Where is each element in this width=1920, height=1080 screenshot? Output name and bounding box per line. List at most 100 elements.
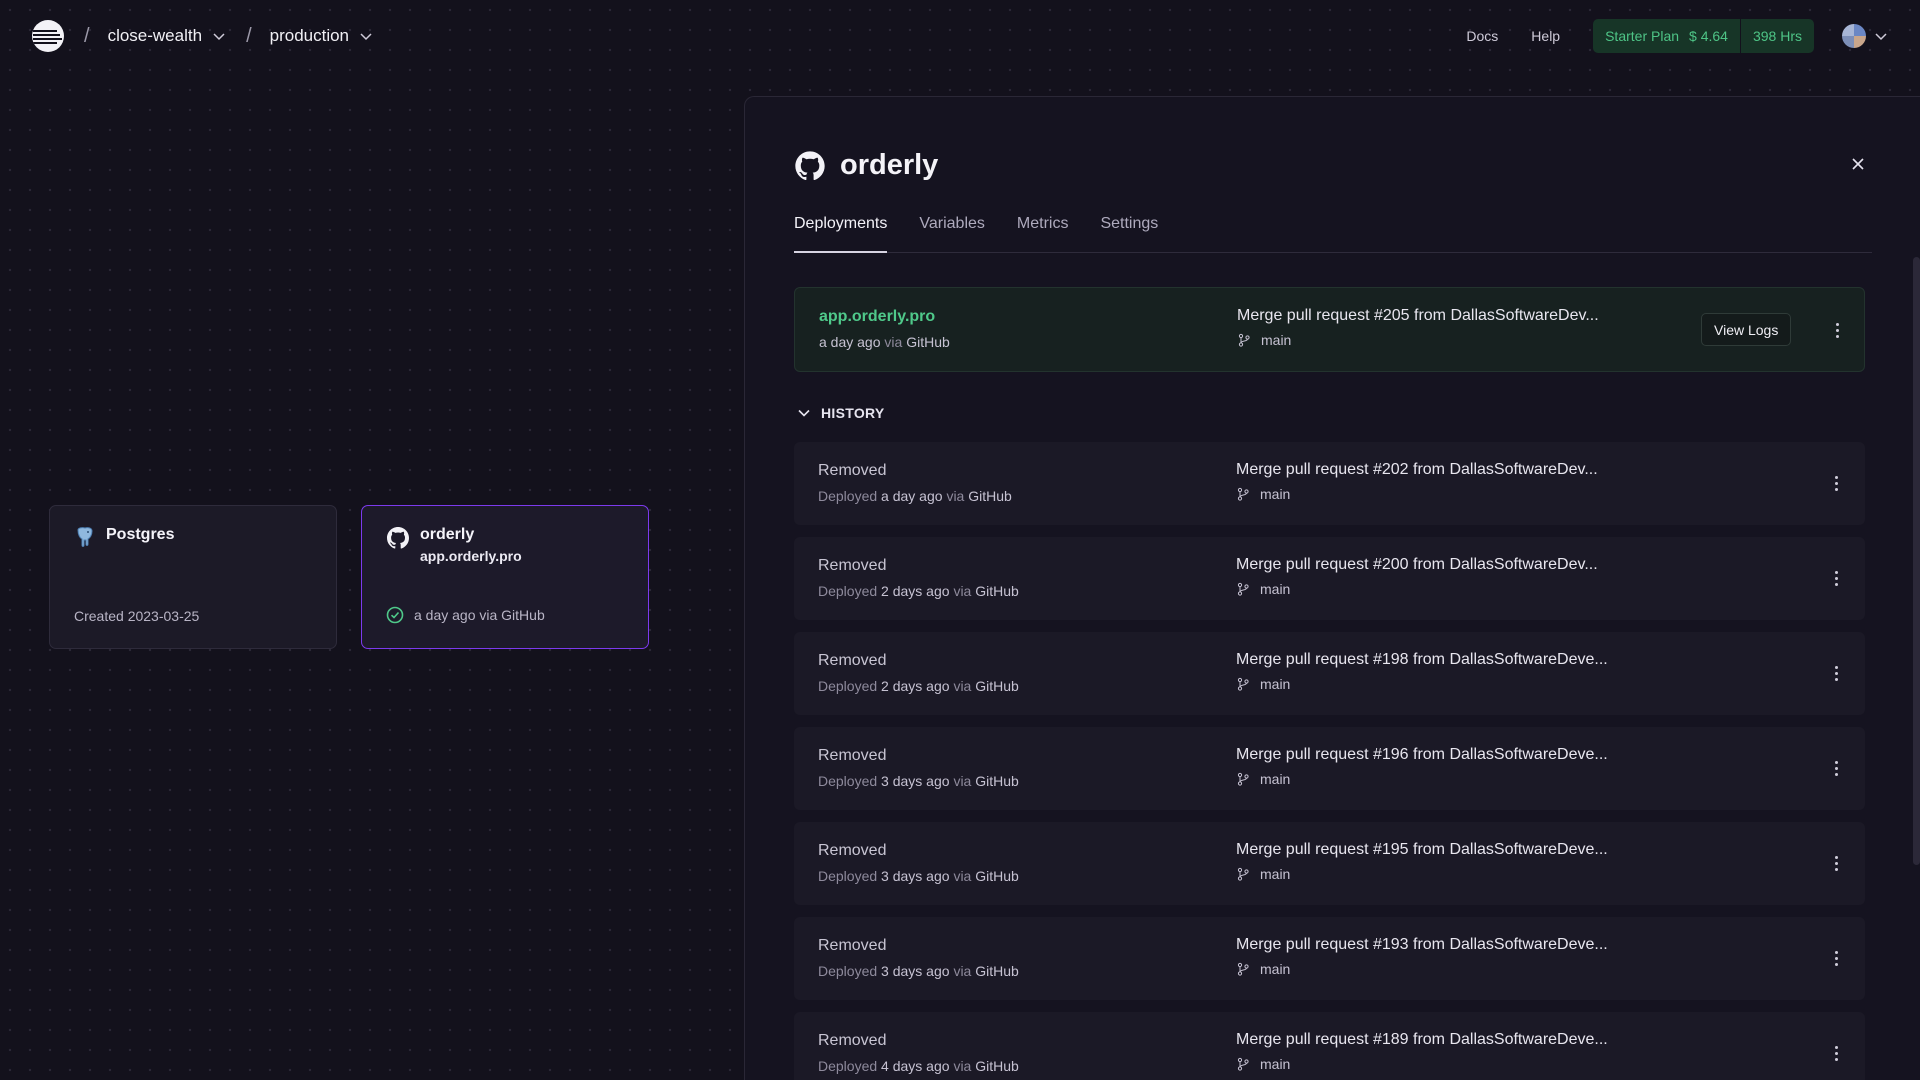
card-footer: a day ago via GitHub xyxy=(386,606,545,624)
card-footer: Created 2023-03-25 xyxy=(74,608,199,624)
active-deployment-row[interactable]: app.orderly.pro a day ago via GitHub Mer… xyxy=(794,287,1865,372)
history-row[interactable]: Removed Deployed 3 days ago via GitHub M… xyxy=(794,822,1865,905)
deploy-time: 3 days ago xyxy=(881,868,950,884)
more-options-icon[interactable] xyxy=(1826,568,1846,588)
history-row[interactable]: Removed Deployed 2 days ago via GitHub M… xyxy=(794,632,1865,715)
tab-variables[interactable]: Variables xyxy=(919,209,985,253)
deploy-source: GitHub xyxy=(968,488,1012,504)
deployment-meta: Deployed 2 days ago via GitHub xyxy=(818,678,1019,694)
commit-message: Merge pull request #202 from DallasSoftw… xyxy=(1236,461,1598,478)
deployed-word: Deployed xyxy=(818,773,878,789)
check-circle-icon xyxy=(386,606,404,624)
history-row[interactable]: Removed Deployed 4 days ago via GitHub M… xyxy=(794,1012,1865,1080)
deployment-meta: Deployed a day ago via GitHub xyxy=(818,488,1012,504)
deployed-word: Deployed xyxy=(818,1058,878,1074)
commit-info: Merge pull request #200 from DallasSoftw… xyxy=(1236,556,1598,597)
topbar-right: Docs Help Starter Plan $ 4.64 398 Hrs xyxy=(1466,19,1888,53)
deployment-meta: Deployed 4 days ago via GitHub xyxy=(818,1058,1019,1074)
help-link[interactable]: Help xyxy=(1531,28,1560,44)
project-selector[interactable]: close-wealth xyxy=(108,26,227,46)
deployment-info: Removed Deployed a day ago via GitHub xyxy=(818,462,1012,504)
history-row[interactable]: Removed Deployed 2 days ago via GitHub M… xyxy=(794,537,1865,620)
close-icon[interactable] xyxy=(1851,157,1865,171)
deployment-info: Removed Deployed 3 days ago via GitHub xyxy=(818,747,1019,789)
commit-message: Merge pull request #196 from DallasSoftw… xyxy=(1236,746,1608,763)
history-row[interactable]: Removed Deployed 3 days ago via GitHub M… xyxy=(794,917,1865,1000)
deployment-meta: Deployed 3 days ago via GitHub xyxy=(818,773,1019,789)
tab-deployments[interactable]: Deployments xyxy=(794,209,888,253)
deployment-status: Removed xyxy=(818,462,887,479)
via-word: via xyxy=(946,488,965,504)
project-name: close-wealth xyxy=(107,26,203,45)
git-branch-icon xyxy=(1237,772,1249,786)
chevron-down-icon xyxy=(213,33,225,41)
account-menu[interactable] xyxy=(1842,24,1888,48)
deployed-word: Deployed xyxy=(818,583,878,599)
commit-info: Merge pull request #205 from DallasSoftw… xyxy=(1237,307,1599,348)
deploy-time: 2 days ago xyxy=(881,583,950,599)
commit-message: Merge pull request #189 from DallasSoftw… xyxy=(1236,1031,1608,1048)
service-card-postgres[interactable]: Postgres Created 2023-03-25 xyxy=(49,505,337,649)
more-options-icon[interactable] xyxy=(1826,473,1846,493)
deployment-info: Removed Deployed 3 days ago via GitHub xyxy=(818,937,1019,979)
commit-message: Merge pull request #195 from DallasSoftw… xyxy=(1236,841,1608,858)
panel-title: orderly xyxy=(840,149,939,181)
railway-logo-icon[interactable] xyxy=(32,20,64,52)
more-options-icon[interactable] xyxy=(1826,948,1846,968)
deployment-meta: a day ago via GitHub xyxy=(819,334,950,350)
deployment-status: Removed xyxy=(818,747,887,764)
deployment-info: Removed Deployed 2 days ago via GitHub xyxy=(818,652,1019,694)
deploy-source: GitHub xyxy=(975,773,1019,789)
git-branch-icon xyxy=(1237,1057,1249,1071)
deployed-word: Deployed xyxy=(818,868,878,884)
branch-info: main xyxy=(1236,581,1598,597)
tab-metrics[interactable]: Metrics xyxy=(1017,209,1069,253)
more-options-icon[interactable] xyxy=(1826,853,1846,873)
branch-name: main xyxy=(1260,961,1291,977)
commit-info: Merge pull request #202 from DallasSoftw… xyxy=(1236,461,1598,502)
more-options-icon[interactable] xyxy=(1826,663,1846,683)
deployment-meta: Deployed 3 days ago via GitHub xyxy=(818,868,1019,884)
via-word: via xyxy=(953,583,972,599)
deploy-source: GitHub xyxy=(975,963,1019,979)
more-options-icon[interactable] xyxy=(1826,1043,1846,1063)
branch-name: main xyxy=(1261,332,1292,348)
plan-name: Starter Plan xyxy=(1605,28,1680,44)
deploy-time: 4 days ago xyxy=(881,1058,950,1074)
plan-divider xyxy=(1739,19,1741,53)
service-card-orderly[interactable]: orderly app.orderly.pro a day ago via Gi… xyxy=(361,505,649,649)
deploy-source: GitHub xyxy=(975,678,1019,694)
git-branch-icon xyxy=(1237,582,1249,596)
deploy-source: GitHub xyxy=(975,868,1019,884)
branch-info: main xyxy=(1236,676,1608,692)
more-options-icon[interactable] xyxy=(1827,320,1847,340)
deployment-domain-link[interactable]: app.orderly.pro xyxy=(819,308,950,326)
panel-header: orderly xyxy=(794,149,938,182)
docs-link[interactable]: Docs xyxy=(1466,28,1498,44)
panel-scrollbar[interactable] xyxy=(1913,257,1920,865)
tab-settings[interactable]: Settings xyxy=(1100,209,1158,253)
more-options-icon[interactable] xyxy=(1826,758,1846,778)
environment-selector[interactable]: production xyxy=(270,26,373,46)
plan-usage-badge[interactable]: Starter Plan $ 4.64 398 Hrs xyxy=(1593,19,1814,53)
commit-message: Merge pull request #205 from DallasSoftw… xyxy=(1237,307,1599,324)
git-branch-icon xyxy=(1237,867,1249,881)
branch-name: main xyxy=(1260,676,1291,692)
deployment-status: Removed xyxy=(818,652,887,669)
card-title: orderly xyxy=(420,526,475,543)
deployment-status: Removed xyxy=(818,937,887,954)
git-branch-icon xyxy=(1238,333,1250,347)
branch-name: main xyxy=(1260,581,1291,597)
view-logs-button[interactable]: View Logs xyxy=(1701,313,1792,346)
history-row[interactable]: Removed Deployed a day ago via GitHub Me… xyxy=(794,442,1865,525)
breadcrumb-separator: / xyxy=(84,24,90,47)
chevron-down-icon xyxy=(1875,33,1887,41)
history-row[interactable]: Removed Deployed 3 days ago via GitHub M… xyxy=(794,727,1865,810)
github-icon xyxy=(387,527,409,549)
plan-hours: 398 Hrs xyxy=(1752,28,1802,44)
history-toggle[interactable]: HISTORY xyxy=(797,405,885,421)
git-branch-icon xyxy=(1237,677,1249,691)
top-bar: / close-wealth / production Docs Help St… xyxy=(0,0,1920,72)
deployment-status: Removed xyxy=(818,842,887,859)
avatar xyxy=(1842,24,1866,48)
